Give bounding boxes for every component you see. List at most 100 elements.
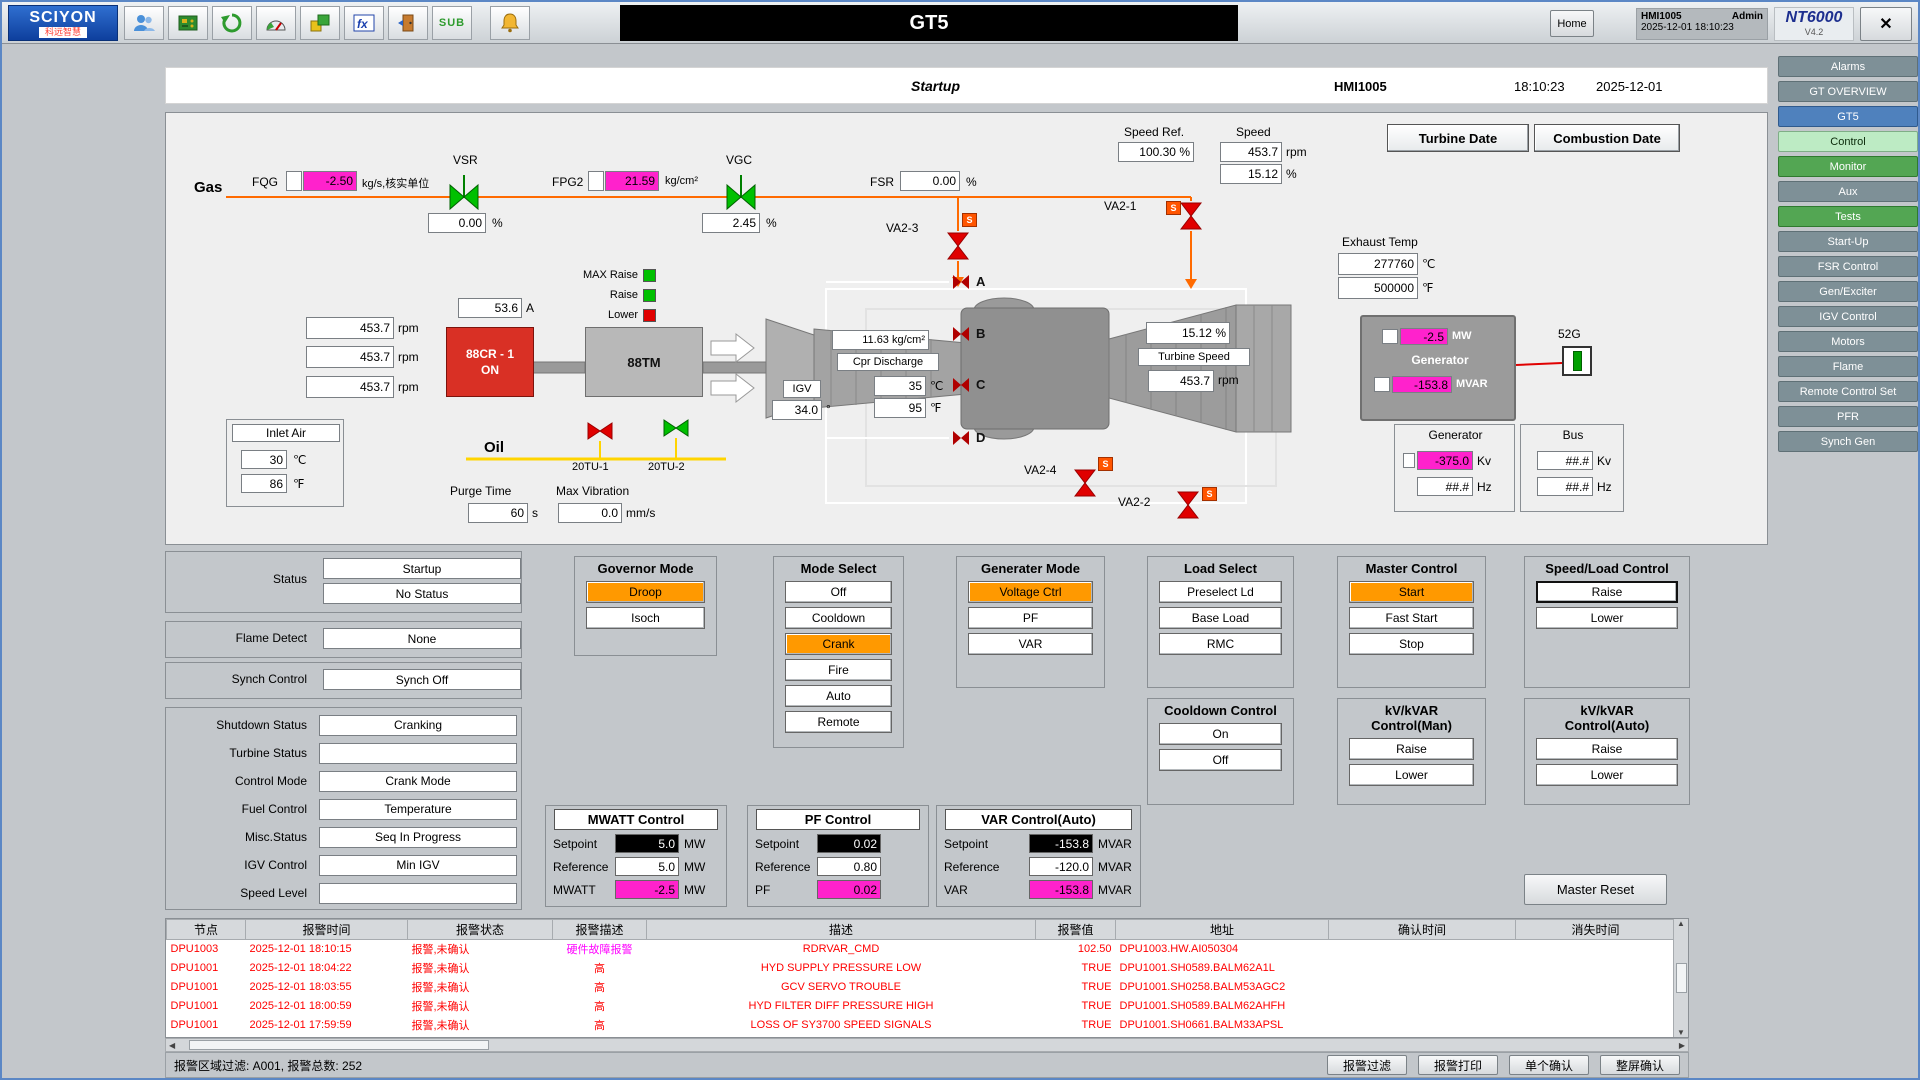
scroll-right-icon[interactable]: ▶ [1679,1041,1688,1050]
alarm-row[interactable]: DPU1001 2025-12-01 18:00:59 报警,未确认 高 HYD… [167,997,1676,1016]
generator-mode-button[interactable]: Voltage Ctrl [968,581,1093,603]
alarm-column-header[interactable]: 报警值 [1036,920,1116,940]
kv-kvar-auto-button[interactable]: Lower [1536,764,1678,786]
scroll-left-icon[interactable]: ◀ [166,1041,175,1050]
load-select-button[interactable]: Base Load [1159,607,1282,629]
alarm-column-header[interactable]: 节点 [167,920,246,940]
hardware-button[interactable] [168,6,208,40]
sciyon-logo: SCIYON 科远智慧 [8,5,118,41]
generator-mode-button[interactable]: VAR [968,633,1093,655]
sidebar-item[interactable]: FSR Control [1778,256,1918,277]
load-select-button[interactable]: Preselect Ld [1159,581,1282,603]
governor-mode-button[interactable]: Droop [586,581,705,603]
speed-ref-value: 100.30 % [1118,142,1194,162]
alarm-horizontal-scrollbar[interactable]: ◀ ▶ [165,1038,1689,1052]
sidebar-item[interactable]: Start-Up [1778,231,1918,252]
alarm-column-header[interactable]: 报警时间 [246,920,408,940]
alarm-action-button[interactable]: 单个确认 [1509,1055,1589,1075]
alarm-action-button[interactable]: 整屏确认 [1600,1055,1680,1075]
exit-area-button[interactable] [388,6,428,40]
alarm-row[interactable]: DPU1001 2025-12-01 18:04:22 报警,未确认 高 HYD… [167,959,1676,978]
toolbar-icons: fx SUB [124,6,530,40]
kv-kvar-man-title: kV/kVAR Control(Man) [1338,699,1485,734]
load-select-button[interactable]: RMC [1159,633,1282,655]
groups-button[interactable] [300,6,340,40]
scroll-down-icon[interactable]: ▼ [1677,1028,1685,1037]
generator-mode-button[interactable]: PF [968,607,1093,629]
cooldown-button[interactable]: On [1159,723,1282,745]
alarm-bell-button[interactable] [490,6,530,40]
sidebar-item[interactable]: Monitor [1778,156,1918,177]
alarm-column-header[interactable]: 报警状态 [408,920,553,940]
sidebar-item[interactable]: Alarms [1778,56,1918,77]
alarm-column-header[interactable]: 报警描述 [553,920,647,940]
kv-kvar-auto-button[interactable]: Raise [1536,738,1678,760]
turbine-date-button[interactable]: Turbine Date [1387,124,1529,152]
mode-select-button[interactable]: Auto [785,685,892,707]
sidebar-item[interactable]: Aux [1778,181,1918,202]
alarm-action-button[interactable]: 报警打印 [1418,1055,1498,1075]
fpg2-label: FPG2 [552,175,583,189]
scrollbar-thumb[interactable] [1676,963,1687,993]
alarm-column-header[interactable]: 确认时间 [1329,920,1516,940]
logo-text: SCIYON [29,9,96,27]
mode-select-button[interactable]: Fire [785,659,892,681]
kv-kvar-man-button[interactable]: Raise [1349,738,1474,760]
cooldown-button[interactable]: Off [1159,749,1282,771]
purge-time-value: 60 [468,503,528,523]
sidebar-item[interactable]: Tests [1778,206,1918,227]
kv-kvar-man-button[interactable]: Lower [1349,764,1474,786]
home-button[interactable]: Home [1550,10,1594,37]
alarm-column-header[interactable]: 消失时间 [1516,920,1676,940]
sidebar-item[interactable]: Synch Gen [1778,431,1918,452]
speed-load-button[interactable]: Raise [1536,581,1678,603]
sidebar-item[interactable]: Remote Control Set [1778,381,1918,402]
speed-rpm-unit: rpm [1286,145,1307,159]
igv-value: 34.0 [772,400,822,420]
sidebar-item[interactable]: Gen/Exciter [1778,281,1918,302]
mwatt-control-panel: MWATT Control Setpoint 5.0 MW Reference … [545,805,727,907]
va2-1-s-badge: S [1166,201,1181,215]
alarm-row[interactable]: DPU1001 2025-12-01 17:59:59 报警,未确认 高 LOS… [167,1016,1676,1035]
speed-load-button[interactable]: Lower [1536,607,1678,629]
crank-current-unit: A [526,301,534,315]
sidebar-item[interactable]: PFR [1778,406,1918,427]
governor-mode-button[interactable]: Isoch [586,607,705,629]
master-reset-button[interactable]: Master Reset [1524,874,1667,905]
close-button[interactable]: ✕ [1860,7,1912,41]
mode-select-button[interactable]: Off [785,581,892,603]
hscrollbar-thumb[interactable] [189,1040,489,1050]
master-control-button[interactable]: Fast Start [1349,607,1474,629]
alarm-column-header[interactable]: 描述 [647,920,1036,940]
sub-button[interactable]: SUB [432,6,472,40]
alarm-action-button[interactable]: 报警过滤 [1327,1055,1407,1075]
sidebar-item[interactable]: GT OVERVIEW [1778,81,1918,102]
fpg2-unit: kg/cm² [665,175,698,187]
mode-select-button[interactable]: Cooldown [785,607,892,629]
function-button[interactable]: fx [344,6,384,40]
combustion-date-button[interactable]: Combustion Date [1534,124,1680,152]
alarm-vertical-scrollbar[interactable]: ▲ ▼ [1673,919,1688,1037]
alarm-filter-text: 报警区域过滤: A001, 报警总数: 252 [174,1057,1316,1074]
meter-button[interactable] [256,6,296,40]
alarm-time: 2025-12-01 17:59:59 [246,1016,408,1035]
breaker-52g-symbol[interactable] [1562,346,1592,376]
sidebar-item[interactable]: Motors [1778,331,1918,352]
alarm-row[interactable]: DPU1001 2025-12-01 18:03:55 报警,未确认 高 GCV… [167,978,1676,997]
mode-select-button[interactable]: Remote [785,711,892,733]
sidebar-item[interactable]: GT5 [1778,106,1918,127]
sidebar-item[interactable]: IGV Control [1778,306,1918,327]
alarm-column-header[interactable]: 地址 [1116,920,1329,940]
alarm-row[interactable]: DPU1003 2025-12-01 18:10:15 报警,未确认 硬件故障报… [167,940,1676,959]
master-control-title: Master Control [1338,557,1485,577]
sidebar-item[interactable]: Flame [1778,356,1918,377]
scroll-up-icon[interactable]: ▲ [1677,919,1685,928]
mode-select-button[interactable]: Crank [785,633,892,655]
users-button[interactable] [124,6,164,40]
value-row-label: Setpoint [944,837,1029,851]
master-control-button[interactable]: Start [1349,581,1474,603]
master-control-button[interactable]: Stop [1349,633,1474,655]
sidebar-item[interactable]: Control [1778,131,1918,152]
refresh-button[interactable] [212,6,252,40]
status-row-label: Speed Level [170,886,319,900]
